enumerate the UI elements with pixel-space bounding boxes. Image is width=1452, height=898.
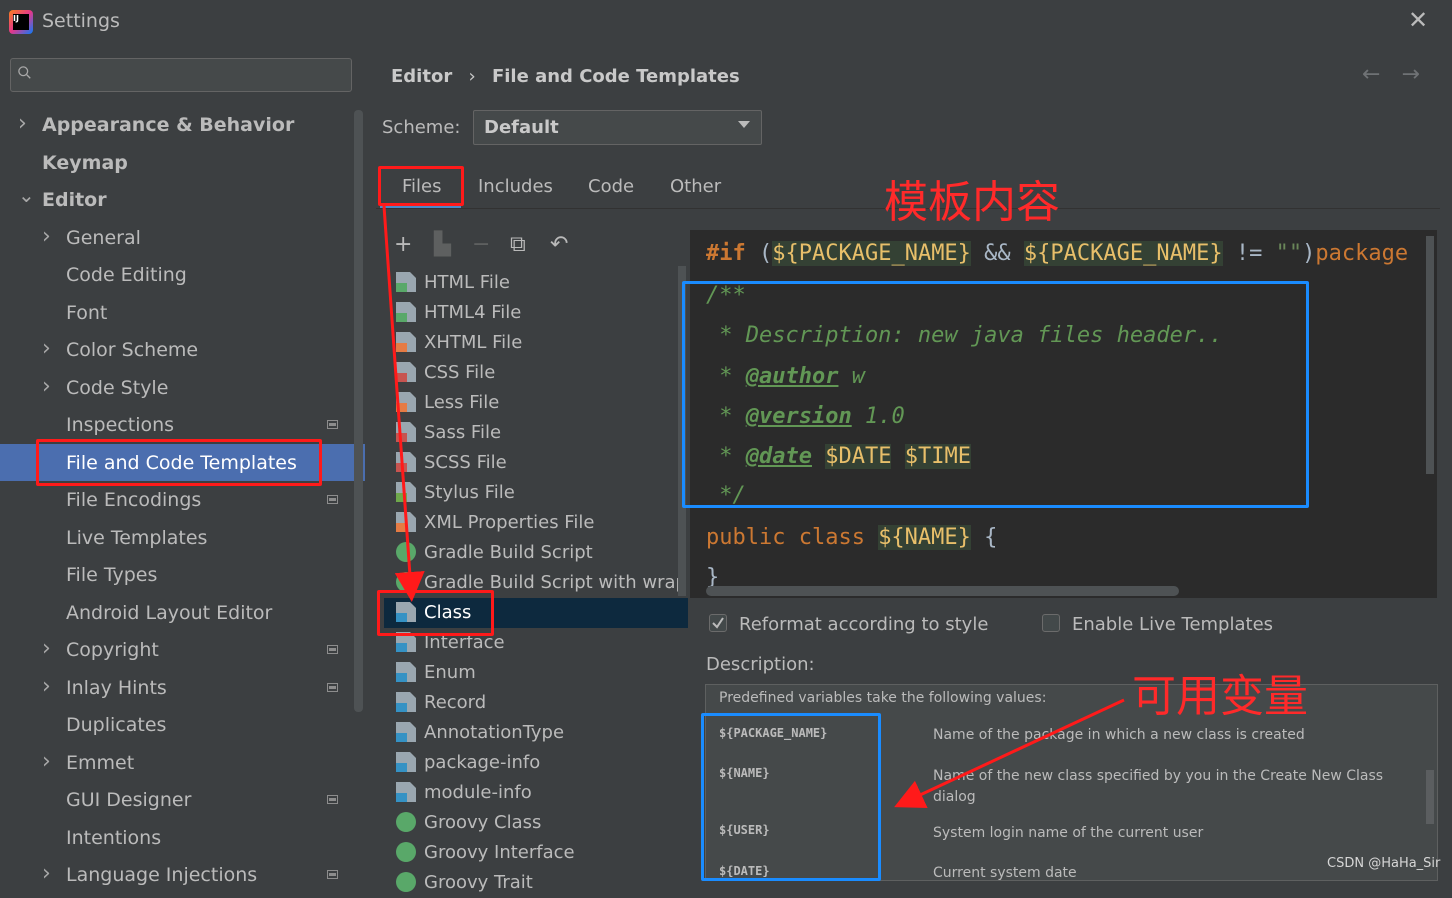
watermark: CSDN @HaHa_Sir xyxy=(1327,856,1441,871)
annotation-arrows xyxy=(382,205,1125,808)
